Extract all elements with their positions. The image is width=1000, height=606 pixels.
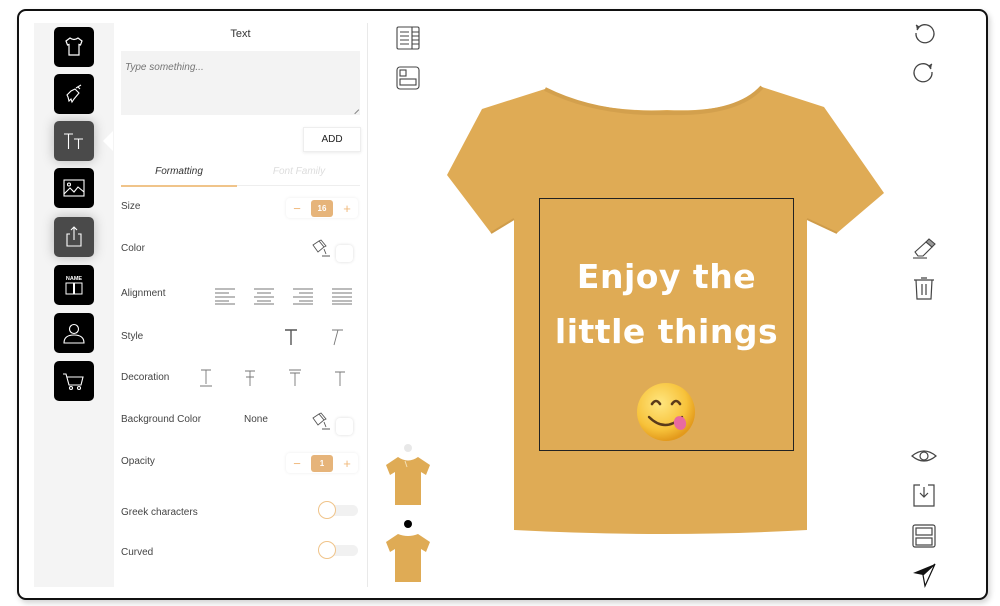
tshirt-icon <box>65 37 83 56</box>
sidebar-item-account[interactable] <box>54 313 94 353</box>
trash-icon[interactable] <box>911 275 937 301</box>
size-value[interactable]: 16 <box>311 199 333 217</box>
panel-title: Text <box>230 28 251 40</box>
sidebar-item-image[interactable] <box>54 168 94 208</box>
greek-characters-toggle[interactable] <box>318 501 358 519</box>
send-icon[interactable] <box>911 562 937 588</box>
design-text[interactable]: Enjoy the little things <box>540 249 793 359</box>
cart-icon <box>63 373 84 391</box>
design-text-line-1: Enjoy the <box>576 257 757 296</box>
savoring-food-emoji-icon[interactable] <box>635 381 697 443</box>
print-area[interactable]: Enjoy the little things <box>539 198 794 451</box>
opacity-increase-button[interactable]: + <box>340 456 354 471</box>
strikethrough-icon[interactable] <box>239 369 261 387</box>
style-italic-icon[interactable] <box>325 328 347 346</box>
download-icon[interactable] <box>911 482 937 508</box>
panel-tabs: Formatting Font Family <box>121 166 360 187</box>
name-number-icon: NAME <box>65 276 83 295</box>
decoration-label: Decoration <box>121 372 170 383</box>
opacity-value[interactable]: 1 <box>311 454 333 472</box>
underline-icon[interactable] <box>195 369 217 387</box>
background-bucket-icon[interactable] <box>310 412 332 432</box>
align-left-icon[interactable] <box>214 287 236 305</box>
size-decrease-button[interactable]: − <box>290 201 304 216</box>
sidebar-item-product[interactable] <box>54 27 94 67</box>
sidebar-item-name-number[interactable]: NAME <box>54 265 94 305</box>
text-panel: Text ADD Formatting Font Family Size − 1… <box>114 23 368 587</box>
add-text-button[interactable]: ADD <box>303 127 361 152</box>
image-icon <box>63 179 85 197</box>
greek-characters-label: Greek characters <box>121 507 198 518</box>
opacity-label: Opacity <box>121 456 155 467</box>
preview-eye-icon[interactable] <box>911 443 937 469</box>
toggle-knob <box>318 541 336 559</box>
align-center-icon[interactable] <box>253 287 275 305</box>
front-view-thumbnail[interactable] <box>383 455 433 507</box>
background-color-swatch[interactable] <box>336 418 353 435</box>
redo-icon[interactable] <box>911 60 937 86</box>
paint-bucket-icon[interactable] <box>310 239 332 259</box>
background-color-label: Background Color <box>121 414 202 425</box>
background-color-value: None <box>244 414 268 425</box>
curved-label: Curved <box>121 547 154 558</box>
size-label: Size <box>121 201 141 212</box>
sidebar-item-design[interactable] <box>54 74 94 114</box>
save-icon[interactable] <box>911 523 937 549</box>
upload-icon <box>66 226 82 247</box>
align-justify-icon[interactable] <box>331 287 353 305</box>
paintbrush-icon <box>66 84 82 104</box>
size-stepper: − 16 + <box>286 198 358 218</box>
color-swatch[interactable] <box>336 245 353 262</box>
template-icon[interactable] <box>395 65 421 91</box>
design-text-line-2: little things <box>554 312 779 351</box>
view-indicator-front <box>404 444 412 452</box>
curved-toggle[interactable] <box>318 541 358 559</box>
no-decoration-icon[interactable] <box>329 369 351 387</box>
overline-icon[interactable] <box>284 369 306 387</box>
sidebar-item-upload[interactable] <box>54 217 94 257</box>
back-view-thumbnail[interactable] <box>383 532 433 584</box>
style-normal-icon[interactable] <box>280 328 302 346</box>
opacity-decrease-button[interactable]: − <box>290 456 304 471</box>
eraser-icon[interactable] <box>911 235 937 261</box>
active-pointer <box>103 131 113 151</box>
color-label: Color <box>121 243 145 254</box>
size-increase-button[interactable]: + <box>340 201 354 216</box>
sidebar-item-text[interactable] <box>54 121 94 161</box>
user-icon <box>63 323 85 344</box>
layers-icon[interactable] <box>395 25 421 51</box>
align-right-icon[interactable] <box>292 287 314 305</box>
tab-font-family[interactable]: Font Family <box>241 166 357 177</box>
text-icon <box>64 133 83 149</box>
opacity-stepper: − 1 + <box>286 453 358 473</box>
alignment-label: Alignment <box>121 288 166 299</box>
tab-formatting[interactable]: Formatting <box>121 166 237 187</box>
view-indicator-back <box>404 520 412 528</box>
sidebar-item-cart[interactable] <box>54 361 94 401</box>
style-label: Style <box>121 331 144 342</box>
text-input[interactable] <box>121 51 360 115</box>
svg-text:NAME: NAME <box>66 276 83 282</box>
undo-icon[interactable] <box>911 21 937 47</box>
toggle-knob <box>318 501 336 519</box>
